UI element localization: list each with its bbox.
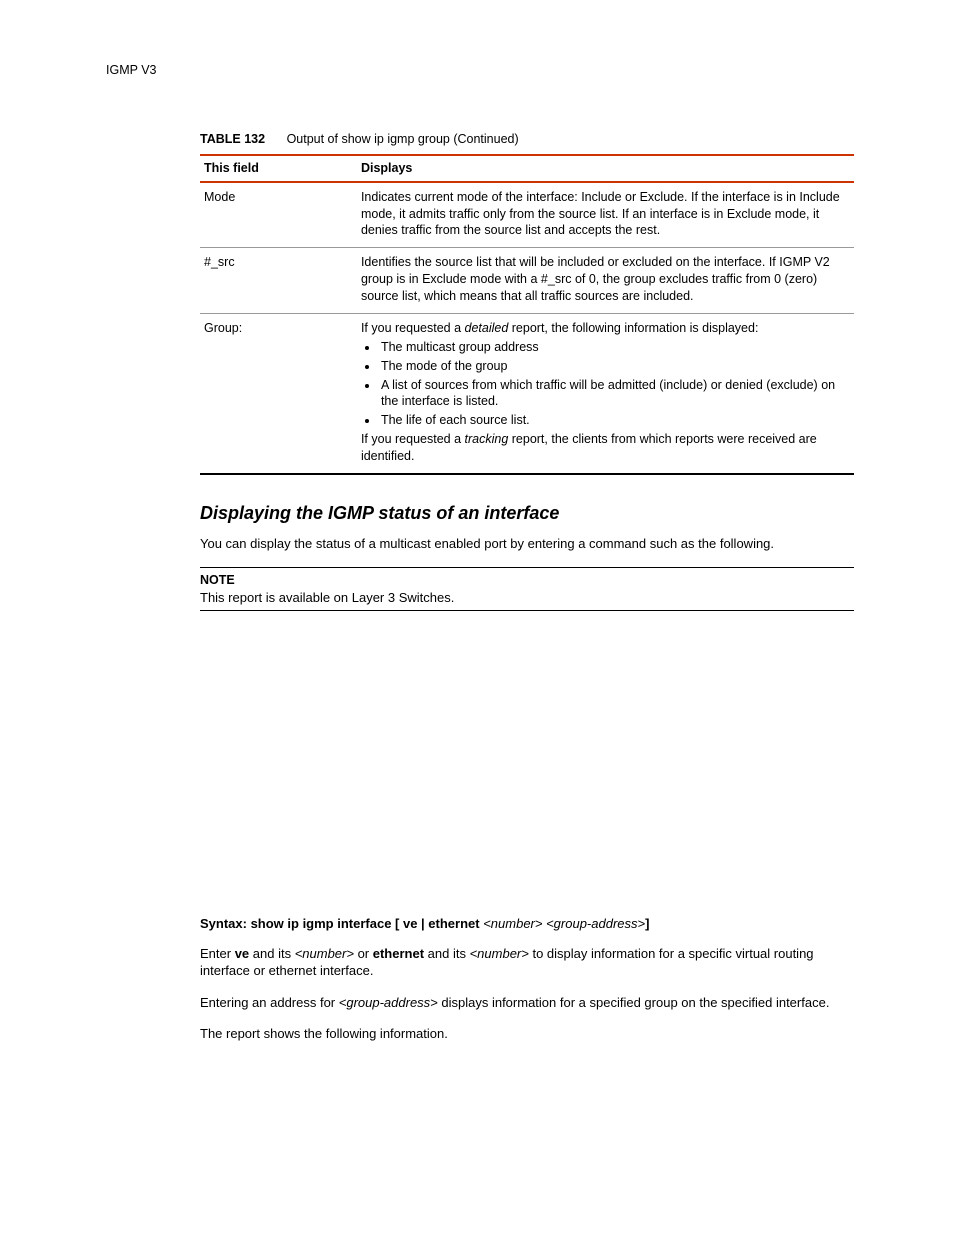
section-heading: Displaying the IGMP status of an interfa… — [200, 501, 854, 525]
text: If you requested a — [361, 432, 465, 446]
syntax-end: ] — [645, 916, 649, 931]
text: Enter — [200, 946, 235, 961]
text: and its — [249, 946, 295, 961]
running-header: IGMP V3 — [106, 62, 854, 79]
cell-desc: Identifies the source list that will be … — [357, 248, 854, 314]
keyword: ethernet — [373, 946, 424, 961]
table-caption: TABLE 132 Output of show ip igmp group (… — [200, 131, 854, 148]
cell-field: Group: — [200, 313, 357, 474]
page: IGMP V3 TABLE 132 Output of show ip igmp… — [0, 0, 954, 1235]
th-field: This field — [200, 155, 357, 182]
text-emphasis: tracking — [465, 432, 509, 446]
syntax-arg: <group-address> — [546, 916, 645, 931]
table-header-row: This field Displays — [200, 155, 854, 182]
note-label: NOTE — [200, 572, 854, 589]
list-item: The life of each source list. — [379, 412, 848, 429]
text-emphasis: detailed — [465, 321, 509, 335]
arg: <number> — [470, 946, 529, 961]
cell-field: Mode — [200, 182, 357, 248]
keyword: ve — [235, 946, 249, 961]
syntax-line: Syntax: show ip igmp interface [ ve | et… — [200, 915, 854, 933]
paragraph: Entering an address for <group-address> … — [200, 994, 854, 1012]
paragraph: You can display the status of a multicas… — [200, 535, 854, 553]
text: displays information for a specified gro… — [438, 995, 830, 1010]
text: and its — [424, 946, 470, 961]
text: or — [354, 946, 373, 961]
table-row: Group: If you requested a detailed repor… — [200, 313, 854, 474]
bullet-list: The multicast group address The mode of … — [379, 339, 848, 429]
syntax-arg: <number> — [483, 916, 542, 931]
content-area: TABLE 132 Output of show ip igmp group (… — [200, 131, 854, 1043]
cell-field: #_src — [200, 248, 357, 314]
note-text: This report is available on Layer 3 Swit… — [200, 589, 854, 607]
list-item: The mode of the group — [379, 358, 848, 375]
cell-desc: Indicates current mode of the interface:… — [357, 182, 854, 248]
syntax-lead: Syntax: show ip igmp interface [ ve | et… — [200, 916, 483, 931]
output-table: This field Displays Mode Indicates curre… — [200, 154, 854, 475]
table-row: #_src Identifies the source list that wi… — [200, 248, 854, 314]
table-row: Mode Indicates current mode of the inter… — [200, 182, 854, 248]
text: Entering an address for — [200, 995, 339, 1010]
paragraph: The report shows the following informati… — [200, 1025, 854, 1043]
note-block: NOTE This report is available on Layer 3… — [200, 567, 854, 611]
text: If you requested a — [361, 321, 465, 335]
paragraph: Enter ve and its <number> or ethernet an… — [200, 945, 854, 980]
arg: <number> — [295, 946, 354, 961]
th-displays: Displays — [357, 155, 854, 182]
cell-desc: If you requested a detailed report, the … — [357, 313, 854, 474]
table-title: Output of show ip igmp group (Continued) — [287, 132, 519, 146]
table-label: TABLE 132 — [200, 132, 265, 146]
list-item: A list of sources from which traffic wil… — [379, 377, 848, 411]
spacer — [200, 625, 854, 915]
list-item: The multicast group address — [379, 339, 848, 356]
text: report, the following information is dis… — [508, 321, 758, 335]
arg: <group-address> — [339, 995, 438, 1010]
